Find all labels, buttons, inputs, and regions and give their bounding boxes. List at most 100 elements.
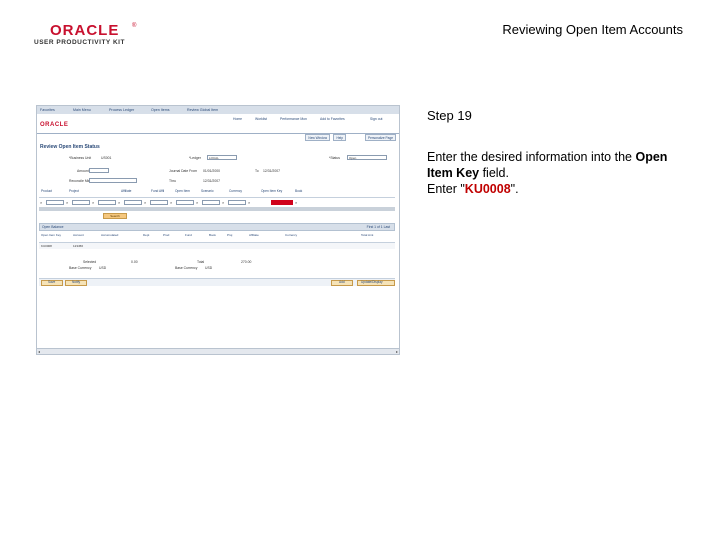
lookup-icon[interactable]: ⌕ — [40, 200, 42, 205]
page-footer-bar: Save Notify Add Update/Display — [39, 278, 395, 286]
product-input[interactable] — [46, 200, 64, 205]
scroll-right-icon[interactable]: ▸ — [396, 349, 398, 354]
to-value[interactable]: 12/31/2007 — [263, 169, 280, 173]
horizontal-scrollbar[interactable]: ◂ ▸ — [37, 348, 399, 354]
help-link[interactable]: Help — [333, 134, 346, 141]
update-display-label[interactable]: Update/Display — [361, 280, 383, 284]
book-input[interactable] — [228, 200, 246, 205]
lookup-icon[interactable]: ⌕ — [295, 200, 297, 205]
instr-line1-post: field. — [479, 166, 509, 180]
nav-link[interactable]: Worklist — [255, 117, 267, 121]
nav-link[interactable]: Add to Favorites — [320, 117, 345, 121]
col-header: Currency — [285, 233, 298, 237]
personalize-link[interactable]: Personalize Page — [365, 134, 396, 141]
business-unit-label: *Business Unit — [69, 156, 92, 160]
cell: KU0008 — [41, 244, 52, 248]
col-header: Open Item Key — [41, 233, 62, 237]
base-currency-value: USD — [205, 266, 213, 270]
cell: 123456 — [73, 244, 84, 248]
status-label: *Status — [329, 156, 340, 160]
menu-item[interactable]: Open Items — [151, 108, 170, 112]
ledger-select[interactable]: LOCAL — [207, 155, 237, 160]
journal-from-value[interactable]: 01/01/2000 — [203, 169, 220, 173]
open-item-input[interactable] — [150, 200, 168, 205]
ledger-label: *Ledger — [189, 156, 201, 160]
logo-subtitle: USER PRODUCTIVITY KIT — [34, 39, 125, 46]
open-item-key-input[interactable] — [271, 200, 293, 205]
journal-from-label: Journal Date From — [169, 169, 198, 173]
oracle-upk-logo: ORACLE ® USER PRODUCTIVITY KIT — [34, 22, 164, 50]
step-instructions: Enter the desired information into the O… — [427, 149, 687, 197]
lookup-icon[interactable]: ⌕ — [144, 200, 146, 205]
step-title: Step 19 — [427, 108, 472, 123]
search-button[interactable]: Search — [103, 213, 127, 219]
pagination[interactable]: First 1 of 1 Last — [367, 225, 390, 229]
total-value: 270.00 — [241, 260, 252, 264]
new-window-link[interactable]: New Window — [305, 134, 330, 141]
instr-line1-pre: Enter the desired information into the — [427, 150, 636, 164]
business-unit-value[interactable]: US001 — [101, 156, 111, 160]
lookup-icon[interactable]: ⌕ — [118, 200, 120, 205]
instr-enter-post: ". — [510, 182, 519, 196]
col-header: Book — [295, 189, 303, 193]
thru-label: Thru — [169, 179, 176, 183]
add-label[interactable]: Add — [339, 280, 345, 284]
thru-value[interactable]: 12/31/2007 — [203, 179, 220, 183]
menu-item[interactable]: Review Global Item — [187, 108, 218, 112]
nav-link[interactable]: Sign out — [370, 117, 382, 121]
col-header: Open Item — [175, 189, 190, 193]
grid-separator — [39, 207, 395, 211]
lookup-icon[interactable]: ⌕ — [92, 200, 94, 205]
menu-item[interactable]: Process Ledger — [109, 108, 134, 112]
scenario-input[interactable] — [176, 200, 194, 205]
open-balance-title: Open Balance — [42, 225, 64, 229]
table-row[interactable]: KU0008 123456 — [39, 243, 395, 249]
lookup-icon[interactable]: ⌕ — [66, 200, 68, 205]
project-input[interactable] — [72, 200, 90, 205]
brand-bar: ORACLE Home Worklist Performance Mon Add… — [37, 114, 399, 134]
brand-logo: ORACLE — [40, 122, 69, 128]
affiliate-input[interactable] — [98, 200, 116, 205]
page-title: Reviewing Open Item Accounts — [502, 22, 683, 37]
lookup-icon[interactable]: ⌕ — [222, 200, 224, 205]
col-header: Open Item Key — [261, 189, 283, 193]
col-header: Accumulated — [101, 233, 119, 237]
col-header: Total Amt — [361, 233, 374, 237]
oracle-logo-text: ORACLE — [50, 22, 120, 39]
col-header: Product — [41, 189, 52, 193]
col-header: Scenario — [201, 189, 214, 193]
fund-affil-input[interactable] — [124, 200, 142, 205]
amount-input[interactable] — [89, 168, 109, 173]
col-header: Account — [73, 233, 84, 237]
save-label[interactable]: Save — [48, 280, 55, 284]
base-currency-label: Base Currency — [69, 266, 92, 270]
reconcile-input[interactable] — [89, 178, 137, 183]
to-label: To — [255, 169, 259, 173]
menu-bar: Favorites Main Menu Process Ledger Open … — [37, 106, 399, 114]
menu-item[interactable]: Favorites — [40, 108, 55, 112]
status-select[interactable]: Open — [347, 155, 387, 160]
scroll-left-icon[interactable]: ◂ — [38, 349, 40, 354]
lookup-icon[interactable]: ⌕ — [170, 200, 172, 205]
nav-link[interactable]: Performance Mon — [280, 117, 307, 121]
lookup-icon[interactable]: ⌕ — [196, 200, 198, 205]
criteria-row: ⌕ ⌕ ⌕ ⌕ ⌕ ⌕ ⌕ ⌕ ⌕ ⌕ — [39, 199, 395, 207]
col-header: Dept — [143, 233, 150, 237]
notify-label[interactable]: Notify — [72, 280, 80, 284]
col-header: Project — [69, 189, 79, 193]
col-header: Affiliate — [121, 189, 132, 193]
col-header: Proj — [227, 233, 233, 237]
open-balance-bar: Open Balance First 1 of 1 Last — [39, 223, 395, 231]
menu-item[interactable]: Main Menu — [73, 108, 91, 112]
col-header: Fund Affil — [151, 189, 165, 193]
base-currency-value: USD — [99, 266, 107, 270]
page-actions: New Window Help Personalize Page — [296, 134, 396, 142]
nav-link[interactable]: Home — [233, 117, 242, 121]
instr-enter-pre: Enter " — [427, 182, 465, 196]
amount-label: Amount — [77, 169, 89, 173]
currency-input[interactable] — [202, 200, 220, 205]
selected-label: Selected — [83, 260, 97, 264]
total-label: Total — [197, 260, 205, 264]
col-header: Affiliate — [249, 233, 259, 237]
lookup-icon[interactable]: ⌕ — [248, 200, 250, 205]
